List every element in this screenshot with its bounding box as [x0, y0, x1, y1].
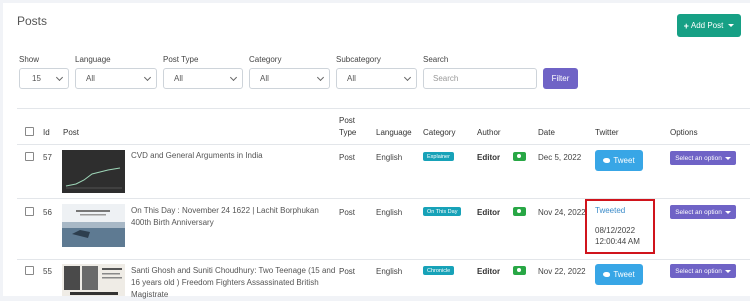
subcategory-value: All: [347, 74, 356, 83]
row-date: Dec 5, 2022: [538, 153, 582, 162]
caret-down-icon: [724, 269, 731, 273]
newspaper-thumbnail-image: [62, 264, 125, 296]
twitter-bird-icon: [603, 272, 611, 277]
search-label: Search: [423, 55, 449, 64]
divider: [17, 108, 750, 109]
row-post-type: Post: [339, 267, 356, 276]
subcategory-select[interactable]: All: [336, 68, 417, 89]
row-id: 56: [43, 208, 52, 217]
language-value: All: [86, 74, 95, 83]
options-label: Select an option: [675, 267, 722, 275]
category-value: All: [260, 74, 269, 83]
show-label: Show: [19, 55, 40, 64]
chevron-down-icon: [403, 73, 412, 82]
tweet-button[interactable]: Tweet: [595, 264, 643, 285]
category-badge: Chronicle: [423, 266, 455, 275]
options-dropdown[interactable]: Select an option: [670, 264, 736, 278]
chart-thumbnail-image: [62, 150, 125, 193]
row-checkbox[interactable]: [25, 152, 34, 161]
post-title-link[interactable]: CVD and General Arguments in India: [131, 150, 331, 162]
post-thumbnail: [62, 204, 125, 247]
col-date: Date: [538, 128, 555, 137]
painting-thumbnail-image: [62, 204, 125, 247]
show-value: 15: [32, 74, 41, 83]
row-author: Editor: [477, 153, 501, 162]
post-type-value: All: [174, 74, 183, 83]
tweeted-date: 08/12/2022: [595, 226, 636, 235]
chevron-down-icon: [316, 73, 325, 82]
twitter-bird-icon: [603, 158, 611, 163]
chevron-down-icon: [55, 73, 64, 82]
row-post-type: Post: [339, 208, 356, 217]
eye-icon[interactable]: [513, 207, 526, 216]
row-language: English: [376, 153, 403, 162]
subcategory-label: Subcategory: [336, 55, 381, 64]
caret-down-icon: [724, 156, 731, 160]
tweet-label: Tweet: [613, 270, 635, 279]
language-select[interactable]: All: [75, 68, 157, 89]
col-post-type-line1: Post: [339, 116, 356, 125]
tweet-label: Tweet: [613, 156, 635, 165]
row-language: English: [376, 267, 403, 276]
col-post-type-line2: Type: [339, 128, 357, 137]
post-thumbnail: [62, 150, 125, 193]
page-title: Posts: [17, 14, 48, 28]
eye-icon[interactable]: [513, 152, 526, 161]
col-options: Options: [670, 128, 698, 137]
tweeted-time: 12:00:44 AM: [595, 237, 640, 246]
row-post-type: Post: [339, 153, 356, 162]
tweet-button[interactable]: Tweet: [595, 150, 643, 171]
post-title-link[interactable]: On This Day : November 24 1622 | Lachit …: [131, 205, 331, 229]
tweeted-status-link[interactable]: Tweeted: [595, 206, 625, 215]
filter-button[interactable]: Filter: [543, 68, 578, 89]
search-input[interactable]: Search: [423, 68, 537, 89]
language-label: Language: [75, 55, 111, 64]
chevron-down-icon: [229, 73, 238, 82]
col-author: Author: [477, 128, 501, 137]
row-date: Nov 22, 2022: [538, 267, 586, 276]
row-id: 55: [43, 267, 52, 276]
post-type-select[interactable]: All: [163, 68, 243, 89]
post-thumbnail: [62, 264, 125, 296]
caret-down-icon: [724, 210, 731, 214]
col-language: Language: [376, 128, 412, 137]
category-badge: Explainer: [423, 152, 454, 161]
add-post-label: Add Post: [690, 21, 724, 30]
show-select[interactable]: 15: [19, 68, 69, 89]
col-post: Post: [63, 128, 80, 137]
divider: [17, 144, 750, 145]
divider: [17, 259, 750, 260]
row-author: Editor: [477, 267, 501, 276]
plus-icon: +: [683, 20, 689, 31]
category-label: Category: [249, 55, 282, 64]
row-date: Nov 24, 2022: [538, 208, 586, 217]
category-badge: On This Day: [423, 207, 462, 216]
col-id: Id: [43, 128, 50, 137]
add-post-button[interactable]: + Add Post: [677, 14, 741, 37]
row-checkbox[interactable]: [25, 207, 34, 216]
row-language: English: [376, 208, 403, 217]
post-type-label: Post Type: [163, 55, 199, 64]
eye-icon[interactable]: [513, 266, 526, 275]
row-id: 57: [43, 153, 52, 162]
chevron-down-icon: [143, 73, 152, 82]
options-dropdown[interactable]: Select an option: [670, 205, 736, 219]
caret-down-icon: [728, 24, 735, 27]
col-twitter: Twitter: [595, 128, 619, 137]
options-dropdown[interactable]: Select an option: [670, 151, 736, 165]
row-author: Editor: [477, 208, 501, 217]
col-category: Category: [423, 128, 456, 137]
select-all-checkbox[interactable]: [25, 127, 34, 136]
category-select[interactable]: All: [249, 68, 330, 89]
options-label: Select an option: [675, 208, 722, 216]
options-label: Select an option: [675, 154, 722, 162]
row-checkbox[interactable]: [25, 266, 34, 275]
